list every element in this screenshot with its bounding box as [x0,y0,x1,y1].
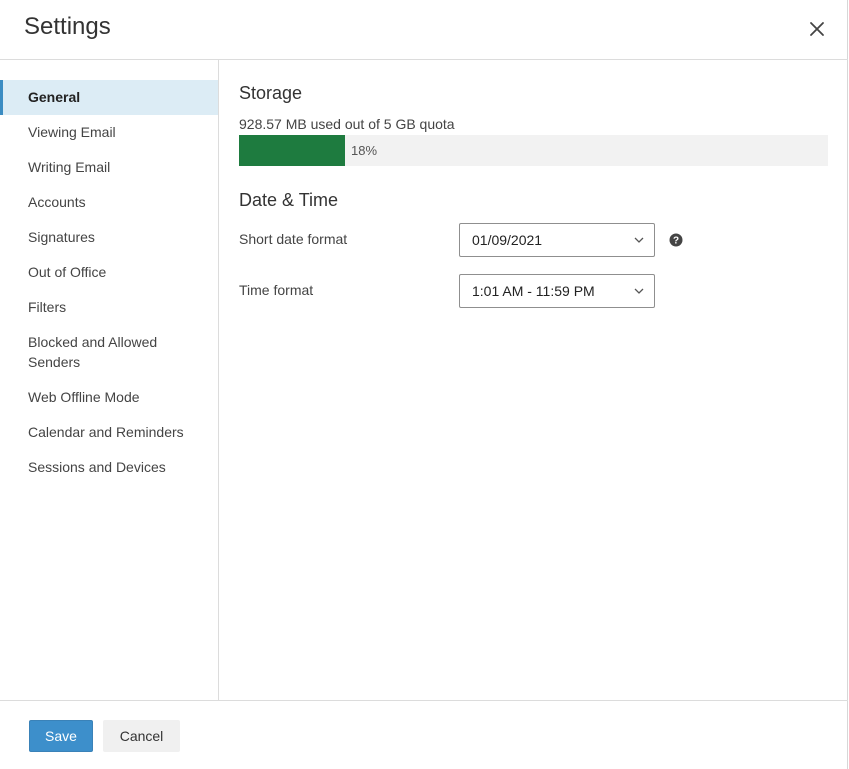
date-time-heading: Date & Time [239,190,339,210]
dialog-title: Settings [24,13,111,40]
sidebar-item-sessions-devices[interactable]: Sessions and Devices [0,450,218,485]
close-button[interactable] [804,16,830,42]
settings-dialog: Settings General Viewing Email Writing E… [0,0,848,769]
sidebar-item-web-offline-mode[interactable]: Web Offline Mode [0,380,218,415]
svg-text:?: ? [673,236,679,247]
chevron-down-icon [634,237,644,243]
sidebar-item-out-of-office[interactable]: Out of Office [0,255,218,290]
sidebar-item-label: Out of Office [28,264,107,280]
settings-sidebar: General Viewing Email Writing Email Acco… [0,60,219,700]
close-icon [810,22,824,36]
sidebar-item-label: General [28,89,81,105]
time-format-value: 1:01 AM - 11:59 PM [472,283,595,299]
sidebar-item-label: Blocked and Allowed Senders [28,334,158,370]
sidebar-item-blocked-allowed-senders[interactable]: Blocked and Allowed Senders [0,325,218,380]
storage-heading: Storage [239,83,303,103]
save-button[interactable]: Save [29,720,93,752]
storage-progress-fill [239,135,345,166]
sidebar-item-label: Web Offline Mode [28,389,140,405]
sidebar-item-filters[interactable]: Filters [0,290,218,325]
sidebar-item-signatures[interactable]: Signatures [0,220,218,255]
sidebar-item-label: Accounts [28,194,86,210]
sidebar-item-label: Writing Email [28,159,111,175]
short-date-format-value: 01/09/2021 [472,232,543,248]
time-format-select[interactable]: 1:01 AM - 11:59 PM [459,274,655,308]
sidebar-item-writing-email[interactable]: Writing Email [0,150,218,185]
dialog-footer: Save Cancel [0,700,848,769]
short-date-format-select[interactable]: 01/09/2021 [459,223,655,257]
dialog-header: Settings [0,0,848,60]
help-icon[interactable]: ? [669,233,683,247]
sidebar-item-label: Signatures [28,229,95,245]
sidebar-item-viewing-email[interactable]: Viewing Email [0,115,218,150]
sidebar-item-accounts[interactable]: Accounts [0,185,218,220]
sidebar-item-label: Sessions and Devices [28,459,166,475]
chevron-down-icon [634,288,644,294]
storage-percent-label: 18% [351,143,378,158]
storage-progress-bar: 18% [239,135,828,166]
sidebar-item-calendar-reminders[interactable]: Calendar and Reminders [0,415,218,450]
sidebar-item-label: Viewing Email [28,124,116,140]
cancel-button[interactable]: Cancel [103,720,180,752]
time-format-label: Time format [239,282,314,298]
sidebar-item-label: Filters [28,299,67,315]
sidebar-item-general[interactable]: General [0,80,218,115]
storage-usage-text: 928.57 MB used out of 5 GB quota [239,116,455,132]
short-date-format-label: Short date format [239,231,348,247]
sidebar-item-label: Calendar and Reminders [28,424,184,440]
